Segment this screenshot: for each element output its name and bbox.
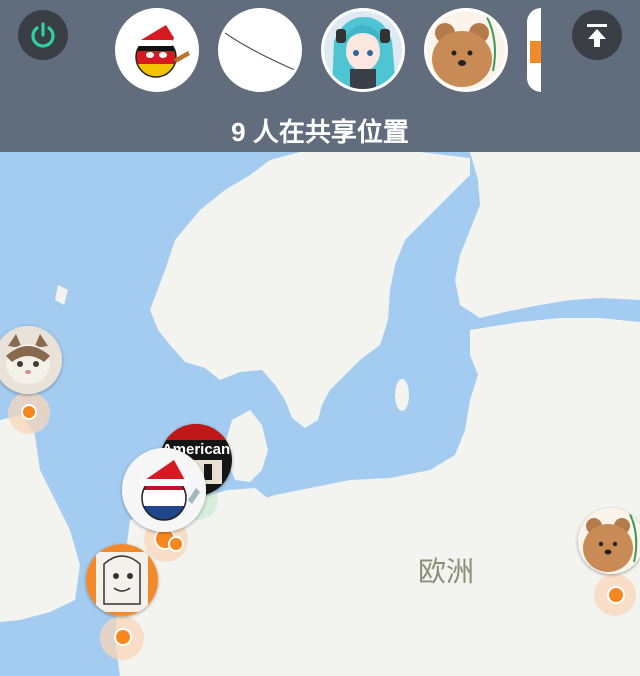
netherlands-countryball-icon (122, 448, 206, 532)
gotland-island (395, 379, 409, 411)
bear-avatar[interactable] (424, 8, 508, 92)
pin-dot (21, 404, 37, 420)
bear-icon (578, 508, 640, 574)
finland-landmass (455, 152, 640, 318)
bear-pin[interactable] (574, 508, 640, 616)
bear-icon (427, 11, 505, 89)
cat-icon (0, 326, 62, 394)
pin-dot (607, 586, 625, 604)
power-icon (31, 22, 55, 48)
sketch-character-icon (86, 544, 158, 616)
pin-dot (114, 628, 132, 646)
sketch-line-icon (224, 32, 298, 72)
blank-sketch-avatar[interactable] (218, 8, 302, 92)
region-label-europe: 欧洲 (418, 556, 475, 587)
collapse-button[interactable] (572, 10, 622, 60)
pin-avatar (578, 508, 640, 574)
sharing-header-bar: 9 人在共享位置 (0, 0, 640, 152)
anime-girl-avatar[interactable] (321, 8, 405, 92)
germany-countryball-icon (134, 25, 190, 78)
anime-girl-icon (324, 11, 402, 89)
cat-pin[interactable] (0, 326, 70, 438)
pin-avatar (0, 326, 62, 394)
partial-avatar[interactable] (527, 8, 541, 92)
sketch-pin[interactable] (82, 544, 162, 660)
collapse-up-icon (587, 24, 607, 47)
pin-dot (168, 536, 184, 552)
pin-avatar (122, 448, 206, 532)
share-count-text: 9 人在共享位置 (231, 117, 409, 147)
pin-avatar (86, 544, 158, 616)
germany-ball-avatar[interactable] (115, 8, 199, 92)
power-button[interactable] (18, 10, 68, 60)
partial-avatar-icon (530, 41, 541, 63)
